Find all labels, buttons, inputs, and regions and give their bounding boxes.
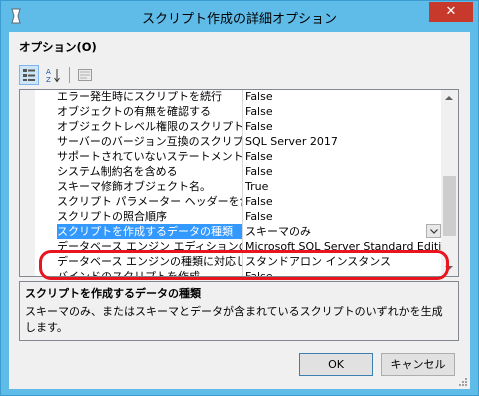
sort-az-icon: A Z [46, 68, 60, 83]
vertical-scrollbar[interactable] [441, 90, 458, 276]
property-row[interactable]: オブジェクトレベル権限のスクリプトを作成False [35, 119, 443, 134]
property-name[interactable]: スクリプト パラメーター ヘッダーを含める [57, 194, 243, 209]
property-row[interactable]: エラー発生時にスクリプトを続行 False [35, 90, 443, 104]
property-value[interactable]: True [245, 179, 443, 194]
ok-button[interactable]: OK [299, 353, 373, 376]
close-icon: ✕ [445, 4, 457, 19]
property-name[interactable]: スキーマ修飾オブジェクト名。 [57, 179, 243, 194]
property-value[interactable]: False [245, 90, 443, 104]
property-row[interactable]: スクリプト パラメーター ヘッダーを含めるFalse [35, 194, 443, 209]
categorized-icon [23, 69, 35, 81]
property-row[interactable]: サーバーのバージョン互換のスクリプト SQL Server 2017 [35, 134, 443, 149]
property-toolbar: A Z [19, 65, 459, 87]
property-row[interactable]: データベース エンジンの種類に対応したスクリプトスタンドアロン インスタンス [35, 254, 443, 269]
property-row[interactable]: オブジェクトの有無を確認する False [35, 104, 443, 119]
title-bar[interactable]: スクリプト作成の詳細オプション ✕ [1, 1, 478, 32]
window-title: スクリプト作成の詳細オプション [141, 12, 337, 27]
property-row[interactable]: スクリプトの照合順序 False [35, 209, 443, 224]
options-label: オプション(O) [19, 40, 97, 54]
property-name[interactable]: データベース エンジンの種類に対応したスクリプト [57, 254, 243, 269]
property-value[interactable]: スキーマのみ [245, 224, 443, 239]
dialog-body: オプション(O) A Z エラー発生時にスクリプトを続行 False オブジェク… [9, 32, 470, 389]
property-name[interactable]: オブジェクトの有無を確認する [57, 104, 243, 119]
toolbar-separator [69, 67, 70, 83]
property-name[interactable]: スクリプトを作成するデータの種類 [57, 224, 243, 239]
property-name[interactable]: データベース エンジン エディションのスクリプト [57, 239, 243, 254]
property-row[interactable]: スキーマ修飾オブジェクト名。 True [35, 179, 443, 194]
property-value[interactable]: False [245, 149, 443, 164]
property-name[interactable]: オブジェクトレベル権限のスクリプトを作成 [57, 119, 243, 134]
property-pages-icon [78, 69, 92, 81]
property-value[interactable]: False [245, 164, 443, 179]
scroll-up-icon[interactable] [445, 96, 453, 100]
alphabetical-button[interactable]: A Z [43, 65, 63, 85]
scroll-thumb[interactable] [443, 176, 456, 236]
property-value[interactable]: Microsoft SQL Server Standard Edition [245, 239, 443, 254]
property-value[interactable]: False [245, 104, 443, 119]
property-value[interactable]: スタンドアロン インスタンス [245, 254, 443, 269]
property-name[interactable]: スクリプトの照合順序 [57, 209, 243, 224]
property-row[interactable]: バインドのスクリプトを作成 False [35, 269, 443, 276]
close-button[interactable]: ✕ [429, 2, 473, 22]
description-text: スキーマのみ、またはスキーマとデータが含まれているスクリプトのいずれかを生成しま… [25, 305, 443, 334]
dialog-window: スクリプト作成の詳細オプション ✕ オプション(O) A Z エラー発生時にスク… [0, 0, 479, 396]
property-row[interactable]: スクリプトを作成するデータの種類 スキーマのみ [35, 224, 443, 239]
value-dropdown-button[interactable] [426, 224, 441, 238]
property-rows: エラー発生時にスクリプトを続行 False オブジェクトの有無を確認する False オ… [35, 90, 443, 276]
property-row[interactable]: データベース エンジン エディションのスクリプトMicrosoft SQL Se… [35, 239, 443, 254]
property-row[interactable]: システム制約名を含める False [35, 164, 443, 179]
cancel-button[interactable]: キャンセル [381, 353, 455, 376]
resize-grip-icon[interactable] [458, 377, 468, 387]
description-panel: スクリプトを作成するデータの種類 スキーマのみ、またはスキーマとデータが含まれて… [19, 281, 459, 341]
property-grid-gutter [20, 90, 35, 276]
property-value[interactable]: False [245, 269, 443, 276]
property-name[interactable]: サーバーのバージョン互換のスクリプト [57, 134, 243, 149]
property-name[interactable]: システム制約名を含める [57, 164, 243, 179]
svg-text:Z: Z [46, 76, 51, 83]
property-name[interactable]: エラー発生時にスクリプトを続行 [57, 90, 243, 104]
svg-text:A: A [46, 68, 51, 76]
chevron-down-icon [429, 228, 438, 234]
property-name[interactable]: サポートされていないステートメントを含める [57, 149, 243, 164]
property-value[interactable]: False [245, 209, 443, 224]
scroll-down-icon[interactable] [445, 266, 453, 270]
property-name[interactable]: バインドのスクリプトを作成 [57, 269, 243, 276]
property-value[interactable]: False [245, 194, 443, 209]
property-value[interactable]: False [245, 119, 443, 134]
property-value[interactable]: SQL Server 2017 [245, 134, 443, 149]
property-row[interactable]: サポートされていないステートメントを含めるFalse [35, 149, 443, 164]
categorized-button[interactable] [19, 65, 39, 85]
property-pages-button[interactable] [75, 65, 95, 85]
property-grid: エラー発生時にスクリプトを続行 False オブジェクトの有無を確認する False オ… [19, 89, 459, 277]
description-title: スクリプトを作成するデータの種類 [25, 287, 201, 300]
